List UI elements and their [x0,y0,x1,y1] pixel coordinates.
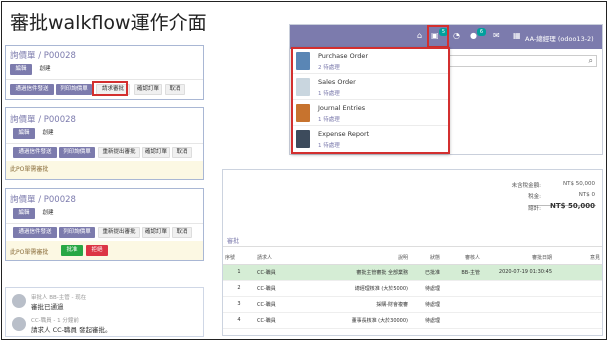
chatter-message: 审批人 BB-主管 - 现在 審批已通過 [10,291,199,311]
untaxed-label: 未含稅金額: [511,183,541,189]
company-icon[interactable]: ▦ [513,31,521,40]
search-input[interactable]: ⌕ [445,55,597,67]
confirm-order-button[interactable]: 確認訂單 [142,227,170,238]
print-rfq-button[interactable]: 列印詢價單 [59,147,95,158]
chatter-message: CC-職員 - 1 分鐘前 請求人 CC-職員 發起審批。 [10,314,199,334]
resubmit-approval-button[interactable]: 重新提出審批 [98,147,140,158]
journal-entries-icon [296,104,310,122]
column-header[interactable]: 請求人 [255,252,310,265]
activity-dropdown: Purchase Order 2 待處理 Sales Order 1 待處理 J… [291,47,450,154]
message-count-badge: 6 [477,28,486,36]
column-header[interactable]: 狀態 [410,252,442,265]
message-meta: CC-職員 - 1 分鐘前 [31,318,79,324]
activity-item-expense-report[interactable]: Expense Report 1 待處理 [293,127,448,152]
reject-button[interactable]: 拒絕 [86,245,108,256]
cancel-button[interactable]: 取消 [172,227,192,238]
message-meta: 审批人 BB-主管 - 现在 [31,295,87,301]
table-row[interactable]: 1 CC-職員 審批主管審批 全部業務 已批准 BB-主管 2020-07-19… [223,264,602,281]
discuss-icon[interactable]: ✉ [493,31,500,40]
message-text: 請求人 CC-職員 發起審批。 [31,326,112,334]
send-email-button[interactable]: 通過信件發送 [13,147,57,158]
approval-notice: 此PO單需審批 [6,161,203,179]
send-email-button[interactable]: 通過信件發送 [10,84,54,95]
approve-button[interactable]: 批准 [61,245,83,256]
po-form-panel-pending: 詢價單 / P00028 編輯 創建 通過信件發送 列印詢價單 重新提出審批 確… [5,107,204,180]
create-button[interactable]: 創建 [34,64,56,75]
confirm-order-button[interactable]: 確認訂單 [142,147,170,158]
untaxed-value: NT$ 50,000 [563,181,595,187]
slide-title: 審批walkflow運作介面 [10,12,207,34]
breadcrumb: 詢價單 / P00028 [10,195,76,205]
avatar [12,317,26,331]
column-header[interactable]: 審批日期 [482,252,554,265]
edit-button[interactable]: 編輯 [13,128,35,139]
breadcrumb: 詢價單 / P00028 [10,51,76,61]
cancel-button[interactable]: 取消 [165,84,185,95]
chat-icon[interactable]: ● [470,31,477,40]
chatter-log: 审批人 BB-主管 - 现在 審批已通過 CC-職員 - 1 分鐘前 請求人 C… [5,287,204,337]
home-icon[interactable]: ⌂ [417,31,422,40]
confirm-order-button[interactable]: 確認訂單 [134,84,162,95]
approval-notice: 此PO單需審批 [10,249,49,256]
send-email-button[interactable]: 通過信件發送 [13,227,57,238]
create-button[interactable]: 創建 [37,128,59,139]
breadcrumb: 詢價單 / P00028 [10,115,76,125]
approval-table-panel: 未含稅金額: NT$ 50,000 稅金: NT$ 0 總計: NT$ 50,0… [222,169,603,336]
column-header[interactable]: 審核人 [442,252,482,265]
total-value: NT$ 50,000 [550,202,595,210]
column-header[interactable]: 說明 [310,252,410,265]
highlight-activity-button [427,25,449,48]
column-header[interactable]: 意見 [554,252,602,265]
clock-icon[interactable]: ◔ [453,31,460,40]
tax-label: 稅金: [528,194,541,200]
search-icon: ⌕ [588,56,593,65]
edit-button[interactable]: 編輯 [13,208,35,219]
expense-report-icon [296,130,310,148]
activity-item-sales-order[interactable]: Sales Order 1 待處理 [293,75,448,100]
user-menu[interactable]: AA-總經理 (odoo13-2) [525,33,594,43]
edit-button[interactable]: 編輯 [10,64,32,75]
activity-item-purchase-order[interactable]: Purchase Order 2 待處理 [293,49,448,74]
create-button[interactable]: 創建 [37,208,59,219]
table-row[interactable]: 3 CC-職員 採購-財會複審 待處理 [223,296,602,313]
sales-order-icon [296,78,310,96]
message-text: 審批已通過 [31,303,64,311]
print-rfq-button[interactable]: 列印詢價單 [59,227,95,238]
total-label: 總計: [528,206,541,212]
column-header[interactable]: 序號 [223,252,255,265]
approval-table: 序號 請求人 說明 狀態 審核人 審批日期 意見 1 CC-職員 審批主管審批 … [223,252,602,329]
highlight-request-approval [92,81,128,96]
resubmit-approval-button[interactable]: 重新提出審批 [98,227,140,238]
table-row[interactable]: 4 CC-職員 董事長核准 (大於30000) 待處理 [223,312,602,329]
print-rfq-button[interactable]: 列印詢價單 [56,84,92,95]
tax-value: NT$ 0 [578,192,595,198]
activity-item-journal-entries[interactable]: Journal Entries 1 待處理 [293,101,448,126]
tab-approval[interactable]: 審批 [227,236,239,245]
table-row[interactable]: 2 CC-職員 總經理核准 (大於5000) 待處理 [223,280,602,297]
avatar [12,294,26,308]
purchase-order-icon [296,52,310,70]
cancel-button[interactable]: 取消 [172,147,192,158]
po-form-panel-approve: 詢價單 / P00028 編輯 創建 通過信件發送 列印詢價單 重新提出審批 確… [5,188,204,261]
